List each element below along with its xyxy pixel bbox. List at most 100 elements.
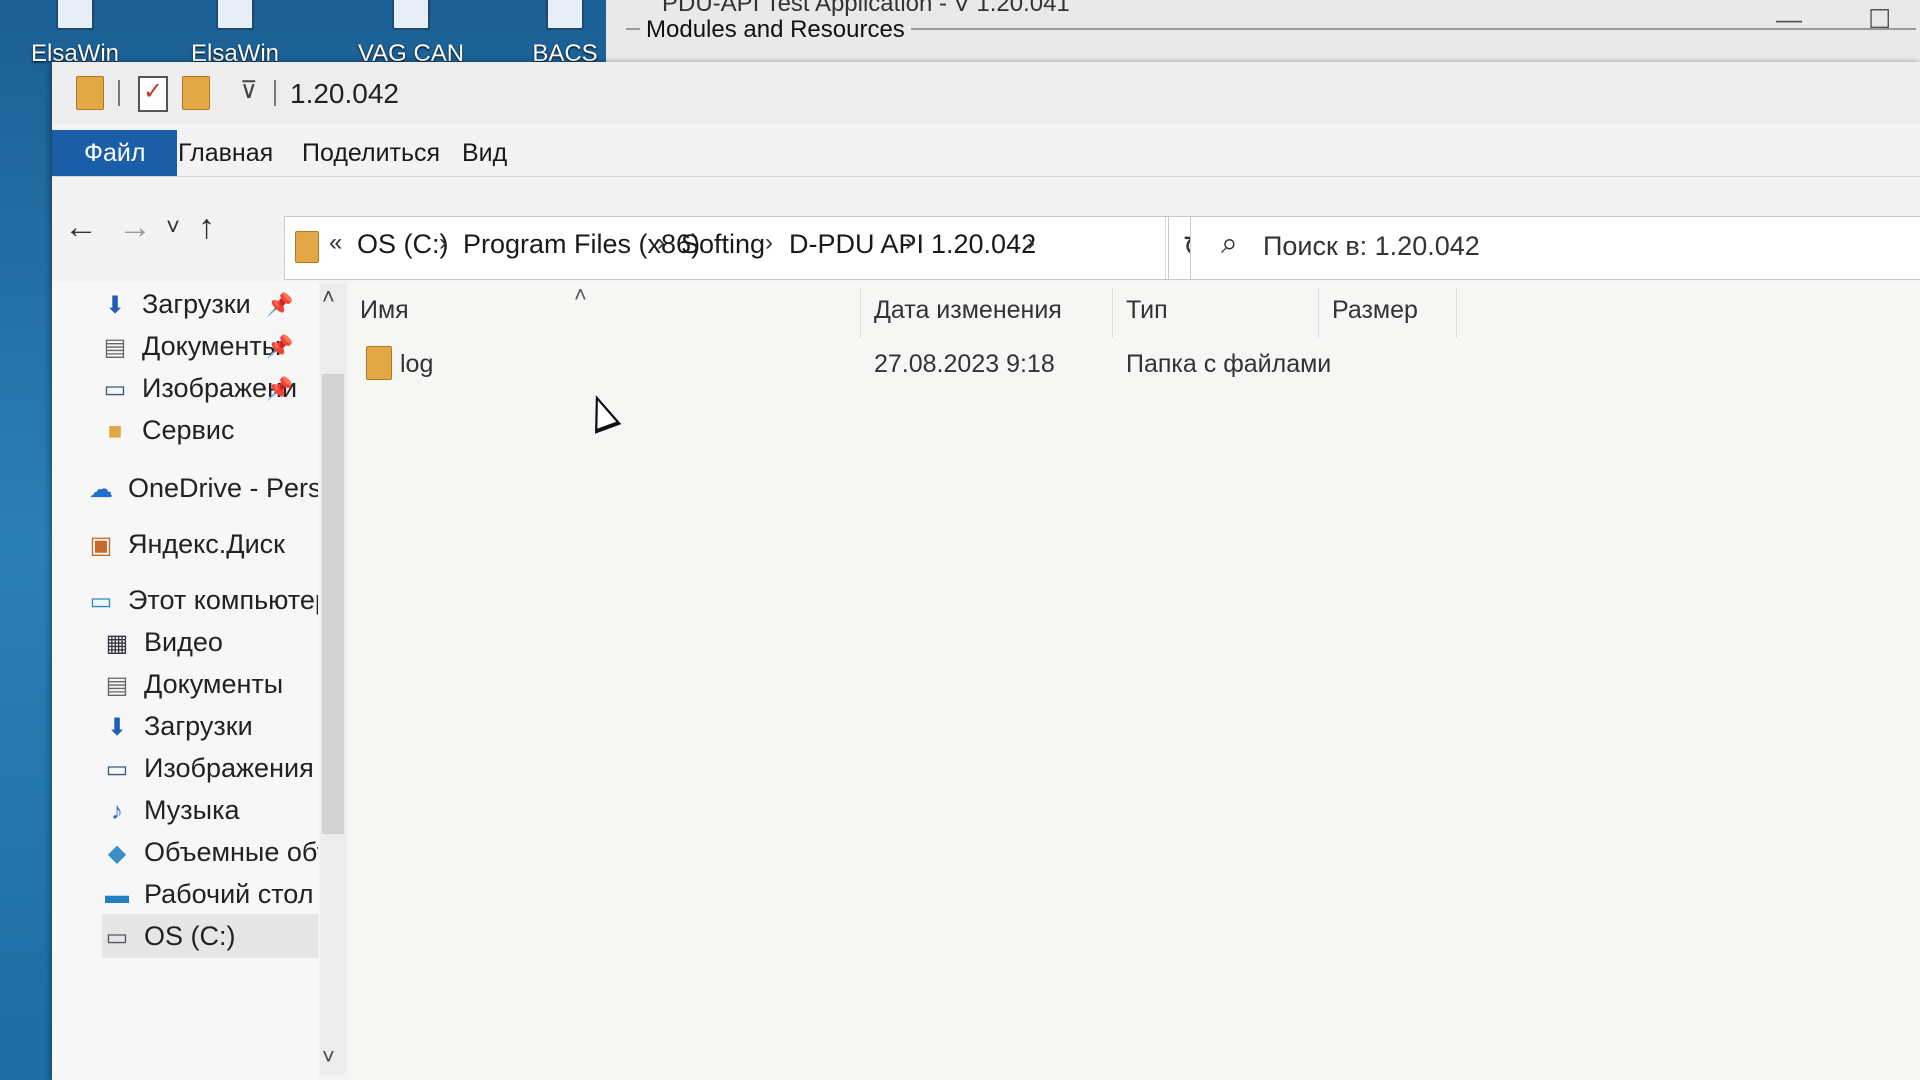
breadcrumb-1-20-042[interactable]: 1.20.042 <box>931 229 1036 260</box>
pin-icon[interactable]: 📌 <box>266 292 293 318</box>
sidebar-item-label: Документы <box>142 331 282 361</box>
column-header-date[interactable]: Дата изменения <box>874 296 1062 325</box>
sidebar-item-video[interactable]: ▦ Видео <box>102 620 223 664</box>
sidebar-item-downloads[interactable]: ⬇ Загрузки <box>100 282 251 326</box>
folder-icon <box>295 231 319 263</box>
download-icon: ⬇ <box>106 713 128 741</box>
search-placeholder: Поиск в: 1.20.042 <box>1263 231 1480 261</box>
modules-resources-group: Modules and Resources <box>626 16 1916 60</box>
3d-objects-icon: ◆ <box>107 839 127 867</box>
sidebar-item-onedrive[interactable]: ☁ OneDrive - Persor <box>86 466 318 510</box>
column-divider[interactable] <box>1112 288 1113 338</box>
toolbar-separator <box>118 80 120 106</box>
breadcrumb-softing[interactable]: Softing <box>681 229 765 260</box>
sidebar-item-label: Этот компьютер <box>128 585 318 615</box>
sidebar-item-label: Документы <box>144 669 284 699</box>
ribbon-tabs: Файл Главная Поделиться Вид <box>52 126 1920 177</box>
sidebar-item-label: OneDrive - Persor <box>128 473 318 503</box>
computer-icon: ▭ <box>89 587 113 615</box>
sidebar-item-label: OS (C:) <box>144 921 236 951</box>
recent-locations-button[interactable]: ˅ <box>166 214 180 242</box>
file-date: 27.08.2023 9:18 <box>874 350 1055 378</box>
desktop-icon: ▬ <box>105 881 129 909</box>
sidebar-item-label: Загрузки <box>142 289 251 319</box>
mouse-cursor-icon <box>582 390 622 434</box>
sidebar-scrollbar[interactable]: ˄ ˅ <box>320 284 346 1074</box>
search-icon: ⌕ <box>1221 227 1238 260</box>
sidebar-item-label: Изображения <box>144 753 314 783</box>
navigation-bar: ← → ˅ ↑ « OS (C:) › Program Files (x86) … <box>52 180 1920 280</box>
sidebar-item-pc-downloads[interactable]: ⬇ Загрузки <box>102 704 253 748</box>
forward-button[interactable]: → <box>118 208 152 247</box>
breadcrumb-os-c[interactable]: OS (C:) <box>357 229 449 260</box>
sidebar-item-yandex-disk[interactable]: ▣ Яндекс.Диск <box>86 522 285 566</box>
file-list[interactable]: ˄ Имя Дата изменения Тип Размер log 27.0… <box>348 282 1920 1080</box>
file-name: log <box>400 350 434 378</box>
pictures-icon: ▭ <box>103 375 127 403</box>
column-header-type[interactable]: Тип <box>1126 296 1168 325</box>
toolbar-separator <box>274 80 276 106</box>
window-title: 1.20.042 <box>290 78 399 109</box>
folder-icon[interactable] <box>76 76 104 110</box>
desktop-shortcut-vag-can[interactable]: VAG CAN <box>336 0 486 67</box>
music-icon: ♪ <box>111 797 123 825</box>
sidebar-item-os-c[interactable]: ▭ OS (C:) <box>102 914 318 958</box>
breadcrumb-separator[interactable]: › <box>439 229 447 257</box>
scroll-down-arrow-icon[interactable]: ˅ <box>322 1044 335 1070</box>
shortcut-icon <box>392 0 430 30</box>
tab-view[interactable]: Вид <box>434 130 535 176</box>
sidebar-item-music[interactable]: ♪ Музыка <box>102 788 240 832</box>
properties-icon[interactable]: ✓ <box>138 76 168 112</box>
folder-icon: ■ <box>107 417 123 445</box>
column-divider[interactable] <box>1318 288 1319 338</box>
sidebar-item-service[interactable]: ■ Сервис <box>100 408 235 452</box>
breadcrumb-separator[interactable]: › <box>765 229 773 257</box>
search-input[interactable]: ⌕ Поиск в: 1.20.042 <box>1190 216 1920 280</box>
column-header-size[interactable]: Размер <box>1332 296 1418 325</box>
sidebar-item-label: Объемные объ <box>144 837 318 867</box>
breadcrumb-separator[interactable]: › <box>657 229 665 257</box>
sidebar-item-label: Музыка <box>144 795 240 825</box>
address-bar[interactable]: « OS (C:) › Program Files (x86) › Softin… <box>284 216 1218 280</box>
pin-icon[interactable]: 📌 <box>266 334 293 360</box>
customize-toolbar-icon[interactable]: ⊽ <box>240 76 258 105</box>
column-header-name[interactable]: Имя <box>360 296 409 325</box>
breadcrumb-d-pdu-api[interactable]: D-PDU API <box>789 229 924 260</box>
desktop-shortcut-elsawin-1[interactable]: ElsaWin <box>0 0 150 67</box>
sidebar-item-documents[interactable]: ▤ Документы <box>100 324 282 368</box>
table-row[interactable]: log 27.08.2023 9:18 Папка с файлами <box>348 338 1548 394</box>
sidebar-item-label: Яндекс.Диск <box>128 529 285 559</box>
yandex-disk-icon: ▣ <box>89 531 113 559</box>
document-icon: ▤ <box>105 671 129 699</box>
sidebar-item-pc-pictures[interactable]: ▭ Изображения <box>102 746 314 790</box>
sidebar-item-label: Видео <box>144 627 223 657</box>
back-button[interactable]: ← <box>64 208 98 247</box>
sidebar-item-this-pc[interactable]: ▭ Этот компьютер <box>86 578 318 622</box>
column-divider[interactable] <box>1456 288 1457 338</box>
shortcut-icon <box>56 0 94 30</box>
background-app-window[interactable]: PDU-API Test Application - V 1.20.041 — … <box>606 0 1920 67</box>
sidebar-item-desktop[interactable]: ▬ Рабочий стол <box>102 872 314 916</box>
drive-icon: ▭ <box>105 923 129 951</box>
up-button[interactable]: ↑ <box>198 208 215 247</box>
desktop-shortcut-elsawin-2[interactable]: ElsaWin <box>160 0 310 67</box>
column-divider[interactable] <box>860 288 861 338</box>
file-explorer-window: ✓ ⊽ 1.20.042 Файл Главная Поделиться Вид… <box>52 62 1920 1080</box>
sidebar-item-pc-documents[interactable]: ▤ Документы <box>102 662 284 706</box>
sidebar-item-label: Сервис <box>142 415 235 445</box>
breadcrumb-separator[interactable]: › <box>905 229 913 257</box>
pictures-icon: ▭ <box>105 755 129 783</box>
sidebar-item-label: Загрузки <box>144 711 253 741</box>
scrollbar-thumb[interactable] <box>322 374 344 834</box>
scroll-up-arrow-icon[interactable]: ˄ <box>322 284 335 310</box>
pin-icon[interactable]: 📌 <box>266 376 293 402</box>
breadcrumb-overflow[interactable]: « <box>329 229 342 257</box>
breadcrumb-separator[interactable]: › <box>1027 229 1035 257</box>
sidebar-item-label: Рабочий стол <box>144 879 314 909</box>
new-folder-icon[interactable] <box>182 76 210 110</box>
video-icon: ▦ <box>105 629 129 657</box>
download-icon: ⬇ <box>104 291 126 319</box>
sidebar-item-3d-objects[interactable]: ◆ Объемные объ <box>102 830 318 874</box>
document-icon: ▤ <box>103 333 127 361</box>
file-type: Папка с файлами <box>1126 350 1332 378</box>
